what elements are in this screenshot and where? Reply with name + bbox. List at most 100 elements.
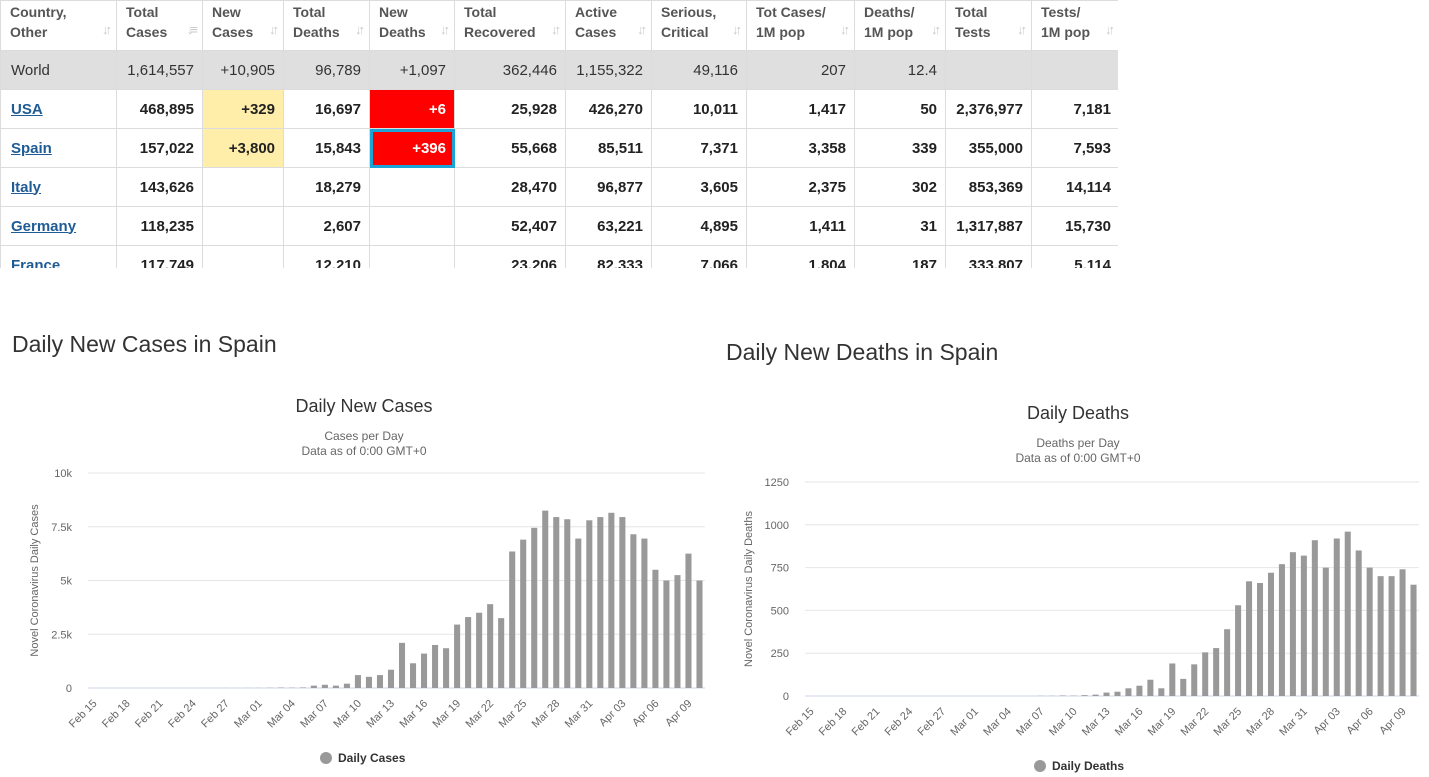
cell-total-tests: 1,317,887	[945, 206, 1032, 246]
column-header-line2: Cases	[575, 24, 617, 40]
sort-icon[interactable]: ↓↑	[1017, 20, 1027, 40]
cell-total-cases: 118,235	[116, 206, 203, 246]
chart-subtitle: Deaths per Day	[1036, 436, 1119, 450]
sort-icon[interactable]: ↓↑	[931, 20, 941, 40]
column-header-total-deaths[interactable]: Total Deaths ↓↑	[283, 0, 370, 51]
bar	[1289, 552, 1296, 696]
bar	[531, 527, 538, 688]
column-header-line2: Cases	[212, 24, 254, 40]
cell-serious-critical: 7,371	[651, 128, 747, 168]
cell-serious-critical: 49,116	[651, 50, 747, 90]
column-header-tot-cases-per-1m[interactable]: Tot Cases/1M pop ↓↑	[746, 0, 855, 51]
column-header-total-tests[interactable]: Total Tests ↓↑	[945, 0, 1032, 51]
bar	[553, 517, 560, 688]
bar	[376, 675, 384, 688]
x-tick-label: Apr 03	[597, 698, 628, 729]
bar	[1114, 691, 1121, 696]
bar	[619, 517, 626, 688]
sort-icon[interactable]: ↓↑	[269, 20, 279, 40]
bar	[454, 624, 461, 688]
column-header-line2: Deaths	[293, 24, 340, 40]
cell-new-deaths	[369, 167, 455, 207]
column-header-total-recovered[interactable]: Total Recovered ↓↑	[454, 0, 566, 51]
cell-deaths-per-1m: 187	[854, 245, 946, 268]
column-header-line2: 1M pop	[756, 24, 805, 40]
column-header-total-cases[interactable]: Total Cases ↓≡	[116, 0, 203, 51]
x-tick-label: Mar 07	[1014, 706, 1047, 739]
y-tick-label: 7.5k	[51, 522, 72, 534]
country-link[interactable]: Germany	[11, 218, 76, 235]
column-header-line2: Recovered	[464, 24, 536, 40]
bar	[1213, 648, 1220, 696]
country-link[interactable]: Italy	[11, 179, 41, 196]
cell-tot-cases-per-1m: 1,411	[746, 206, 855, 246]
bar	[685, 553, 692, 688]
bar	[299, 687, 306, 688]
sort-icon[interactable]: ↓↑	[551, 20, 561, 40]
x-tick-label: Mar 01	[948, 706, 981, 739]
column-header-line1: New	[379, 4, 408, 20]
x-tick-label: Mar 19	[1146, 706, 1179, 739]
chart-subtitle: Cases per Day	[324, 429, 403, 443]
x-tick-label: Mar 04	[265, 698, 298, 731]
x-tick-label: Apr 09	[663, 698, 694, 729]
column-header-new-cases[interactable]: New Cases ↓↑	[202, 0, 284, 51]
sort-icon[interactable]: ↓↑	[732, 20, 742, 40]
bar	[476, 612, 483, 688]
column-header-deaths-per-1m[interactable]: Deaths/1M pop ↓↑	[854, 0, 946, 51]
x-tick-label: Mar 10	[331, 698, 364, 731]
column-header-new-deaths[interactable]: New Deaths ↓↑	[369, 0, 455, 51]
chart-title: Daily Deaths	[1027, 403, 1129, 423]
bar	[1191, 664, 1198, 696]
bar	[1366, 567, 1373, 696]
bar	[1180, 678, 1187, 696]
column-header-serious-critical[interactable]: Serious, Critical ↓↑	[651, 0, 747, 51]
table-row: Germany 118,235 2,607 52,407 63,221 4,895 1,41…	[0, 206, 1118, 246]
cell-tot-cases-per-1m: 1,804	[746, 245, 855, 268]
bar	[1169, 663, 1176, 696]
cell-tests-per-1m: 7,593	[1031, 128, 1118, 168]
cell-new-cases	[202, 245, 284, 268]
bar	[1202, 652, 1209, 696]
column-header-tests-per-1m[interactable]: Tests/1M pop ↓↑	[1031, 0, 1118, 51]
daily-deaths-chart: Daily Deaths Deaths per DayData as of 0:0…	[743, 403, 1419, 773]
x-tick-label: Mar 25	[1212, 706, 1245, 739]
column-header-line1: New	[212, 4, 241, 20]
y-tick-label: 5k	[60, 576, 72, 588]
sort-icon[interactable]: ↓↑	[637, 20, 647, 40]
column-header-line1: Total	[955, 4, 988, 20]
cell-total-recovered: 28,470	[454, 167, 566, 207]
sort-icon[interactable]: ↓↑	[355, 20, 365, 40]
column-header-line1: Deaths/	[864, 4, 915, 20]
bar	[1344, 531, 1351, 696]
chart-subtitle: Data as of 0:00 GMT+0	[1015, 451, 1140, 465]
bar	[432, 645, 439, 688]
cell-new-cases: +10,905	[202, 50, 284, 90]
bar	[696, 580, 703, 688]
cell-total-deaths: 2,607	[283, 206, 370, 246]
deaths-section-title: Daily New Deaths in Spain	[726, 339, 999, 365]
bar	[409, 663, 417, 688]
sort-descending-icon[interactable]: ↓≡	[187, 20, 198, 40]
country-link[interactable]: Spain	[11, 140, 52, 157]
sort-icon[interactable]: ↓↑	[840, 20, 850, 40]
column-header-line1: Tests/	[1041, 4, 1081, 20]
cell-total-recovered: 25,928	[454, 89, 566, 129]
x-tick-label: Feb 27	[915, 706, 948, 739]
cell-country: Spain	[0, 128, 117, 168]
cell-tot-cases-per-1m: 2,375	[746, 167, 855, 207]
column-header-active-cases[interactable]: Active Cases ↓↑	[565, 0, 652, 51]
bar	[1300, 555, 1307, 696]
sort-icon[interactable]: ↓↑	[440, 20, 450, 40]
country-link[interactable]: USA	[11, 101, 43, 118]
x-tick-label: Apr 06	[630, 698, 661, 729]
bar	[1377, 576, 1384, 696]
bar	[564, 519, 571, 688]
sort-icon[interactable]: ↓↑	[102, 20, 112, 40]
x-tick-label: Feb 24	[883, 706, 916, 739]
y-tick-label: 1250	[765, 477, 789, 489]
sort-icon[interactable]: ↓↑	[1105, 20, 1115, 40]
country-link[interactable]: France	[11, 257, 60, 269]
y-tick-label: 2.5k	[51, 629, 72, 641]
column-header-country[interactable]: Country, Other ↓↑	[0, 0, 117, 51]
